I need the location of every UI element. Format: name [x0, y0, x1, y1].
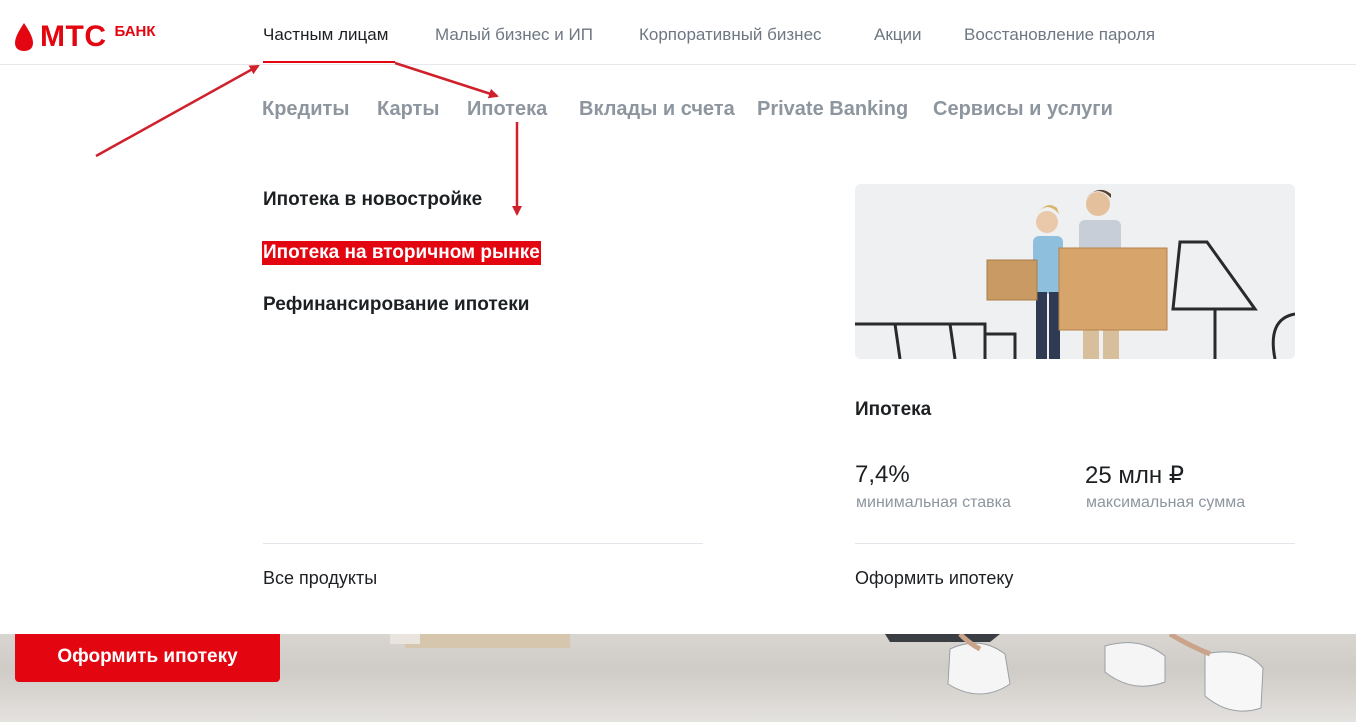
- sub-nav-services[interactable]: Сервисы и услуги: [933, 98, 1113, 121]
- menu-divider: [263, 543, 703, 544]
- promo-divider: [855, 543, 1295, 544]
- max-sum-caption: максимальная сумма: [1086, 494, 1246, 511]
- top-nav-promotions[interactable]: Акции: [874, 25, 922, 45]
- promo-image: [855, 184, 1295, 359]
- min-rate-value: 7,4%: [855, 461, 910, 488]
- max-sum-value: 25 млн ₽: [1085, 462, 1185, 489]
- sub-nav-private-banking[interactable]: Private Banking: [757, 98, 908, 121]
- menu-item-refinancing[interactable]: Рефинансирование ипотеки: [263, 293, 529, 317]
- top-nav-password-recovery[interactable]: Восстановление пароля: [964, 25, 1155, 45]
- sub-nav-mortgage[interactable]: Ипотека: [467, 98, 547, 121]
- promo-title: Ипотека: [855, 399, 932, 420]
- all-products-link[interactable]: Все продукты: [263, 568, 377, 589]
- logo-drop-icon: [15, 23, 33, 51]
- logo-bank-label: БАНК: [114, 23, 156, 40]
- sub-nav-credits[interactable]: Кредиты: [262, 98, 349, 121]
- top-nav-small-business[interactable]: Малый бизнес и ИП: [435, 25, 593, 45]
- sub-nav-deposits[interactable]: Вклады и счета: [579, 98, 735, 121]
- logo-wordmark: МТС: [40, 20, 107, 53]
- mts-bank-logo[interactable]: МТС БАНК: [14, 22, 156, 52]
- promo-apply-mortgage-link[interactable]: Оформить ипотеку: [855, 568, 1013, 589]
- page: Оформить ипотеку МТС БАНК Частным лицам …: [0, 0, 1356, 722]
- hero-apply-mortgage-button[interactable]: Оформить ипотеку: [15, 631, 280, 682]
- menu-item-new-build-mortgage[interactable]: Ипотека в новостройке: [263, 188, 482, 212]
- menu-item-secondary-market-mortgage[interactable]: Ипотека на вторичном рынке: [262, 241, 541, 265]
- top-nav-corporate[interactable]: Корпоративный бизнес: [639, 25, 822, 45]
- min-rate-caption: минимальная ставка: [856, 494, 1011, 511]
- top-nav-private-clients[interactable]: Частным лицам: [263, 25, 388, 45]
- active-tab-underline: [263, 61, 395, 63]
- sub-nav-cards[interactable]: Карты: [377, 98, 439, 121]
